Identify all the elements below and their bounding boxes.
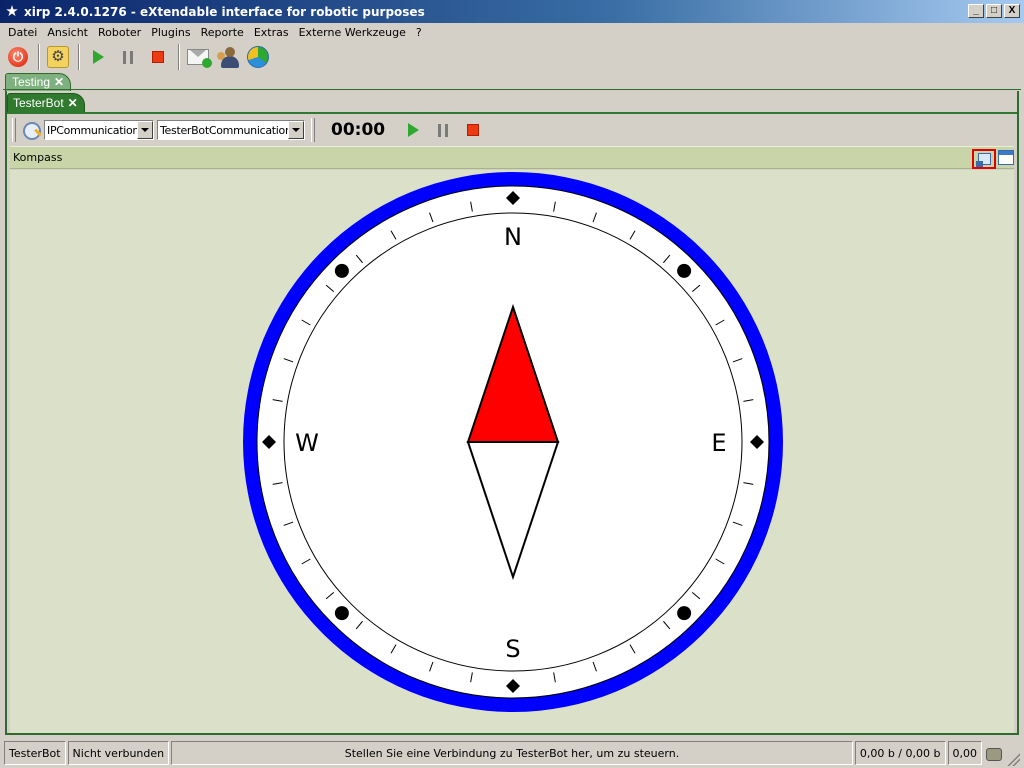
menu-reporte[interactable]: Reporte (196, 26, 249, 39)
robot-panel: TesterBot ✕ IPCommunication TesterBotCom… (5, 91, 1019, 735)
resize-grip[interactable] (1006, 752, 1020, 766)
stop-icon (467, 124, 480, 136)
communication-select[interactable]: IPCommunication (44, 120, 154, 140)
title-bar: ★ xirp 2.4.0.1276 - eXtendable interface… (0, 0, 1024, 23)
window-title: xirp 2.4.0.1276 - eXtendable interface f… (24, 4, 425, 19)
chart-button[interactable] (244, 43, 272, 71)
protocol-select[interactable]: TesterBotCommunication (157, 120, 305, 140)
main-toolbar: ⏻ ⚙ (0, 41, 1024, 73)
compass-label-south: S (505, 635, 520, 663)
pause-icon (123, 50, 133, 64)
robot-toolbar: IPCommunication TesterBotCommunication 0… (9, 115, 1013, 145)
inner-tab-line (7, 112, 1017, 114)
toolbar-grip[interactable] (12, 118, 16, 142)
compass-label-east: E (711, 429, 726, 457)
power-icon: ⏻ (8, 47, 28, 67)
play-icon (92, 50, 104, 64)
compass-area: N E S W (10, 170, 1014, 733)
status-bar: TesterBot Nicht verbunden Stellen Sie ei… (0, 738, 1024, 768)
status-connection: Nicht verbunden (67, 741, 170, 765)
toolbar-separator (78, 44, 80, 70)
detach-icon (975, 153, 991, 167)
settings-gear-icon: ⚙ (47, 46, 69, 68)
connect-wizard-icon[interactable] (20, 119, 42, 141)
tab-testerbot[interactable]: TesterBot ✕ (7, 93, 85, 113)
timer-display: 00:00 (331, 120, 386, 140)
maximize-panel-button[interactable] (998, 150, 1014, 165)
chart-icon (247, 46, 269, 68)
tab-testerbot-label: TesterBot (13, 96, 64, 110)
communication-select-value: IPCommunication (47, 123, 140, 137)
protocol-select-value: TesterBotCommunication (160, 123, 292, 137)
menu-plugins[interactable]: Plugins (146, 26, 195, 39)
pause-button[interactable] (429, 116, 457, 144)
menu-help[interactable]: ? (411, 26, 427, 39)
maximize-button[interactable]: □ (986, 4, 1002, 18)
inner-tab-bar: TesterBot ✕ (7, 91, 1017, 113)
compass-dot (334, 263, 349, 278)
compass-dot (677, 263, 692, 278)
mail-icon (187, 49, 212, 68)
play-button[interactable] (399, 116, 427, 144)
compass-dot (334, 606, 349, 621)
toolbar-grip[interactable] (311, 118, 315, 142)
close-tab-icon[interactable]: ✕ (68, 94, 78, 113)
play-all-button[interactable] (84, 43, 112, 71)
close-button[interactable]: X (1004, 4, 1020, 18)
stop-button[interactable] (459, 116, 487, 144)
window-controls: _ □ X (968, 4, 1020, 18)
stop-all-button[interactable] (144, 43, 172, 71)
toolbar-separator (38, 44, 40, 70)
menu-roboter[interactable]: Roboter (93, 26, 146, 39)
star-icon: ★ (5, 2, 19, 20)
compass-widget: N E S W (243, 172, 783, 712)
status-robot: TesterBot (4, 741, 66, 765)
pause-all-button[interactable] (114, 43, 142, 71)
minimize-button[interactable]: _ (968, 4, 984, 18)
contacts-button[interactable] (214, 43, 242, 71)
status-rate: 0,00 (947, 741, 982, 765)
contacts-icon (217, 46, 239, 68)
status-device-icon (984, 743, 1004, 763)
compass-label-north: N (504, 223, 522, 251)
compass-dot (677, 606, 692, 621)
power-button[interactable]: ⏻ (4, 43, 32, 71)
stop-icon (152, 51, 164, 63)
status-message: Stellen Sie eine Verbindung zu TesterBot… (171, 741, 853, 765)
play-icon (407, 123, 419, 137)
mail-button[interactable] (184, 43, 212, 71)
chevron-down-icon[interactable] (288, 121, 304, 139)
toolbar-separator (178, 44, 180, 70)
menu-extras[interactable]: Extras (249, 26, 294, 39)
menu-externe-werkzeuge[interactable]: Externe Werkzeuge (294, 26, 411, 39)
chevron-down-icon[interactable] (137, 121, 153, 139)
menu-bar: Datei Ansicht Roboter Plugins Reporte Ex… (0, 23, 1024, 41)
menu-ansicht[interactable]: Ansicht (42, 26, 93, 39)
pause-icon (438, 123, 449, 137)
tab-testing-label: Testing (12, 75, 51, 89)
status-traffic: 0,00 b / 0,00 b (854, 741, 946, 765)
compass-label-west: W (295, 429, 319, 457)
detach-panel-button[interactable] (972, 149, 996, 169)
panel-title: Kompass (13, 151, 63, 164)
menu-datei[interactable]: Datei (0, 26, 42, 39)
settings-button[interactable]: ⚙ (44, 43, 72, 71)
kompass-panel-header: Kompass (10, 146, 1014, 169)
